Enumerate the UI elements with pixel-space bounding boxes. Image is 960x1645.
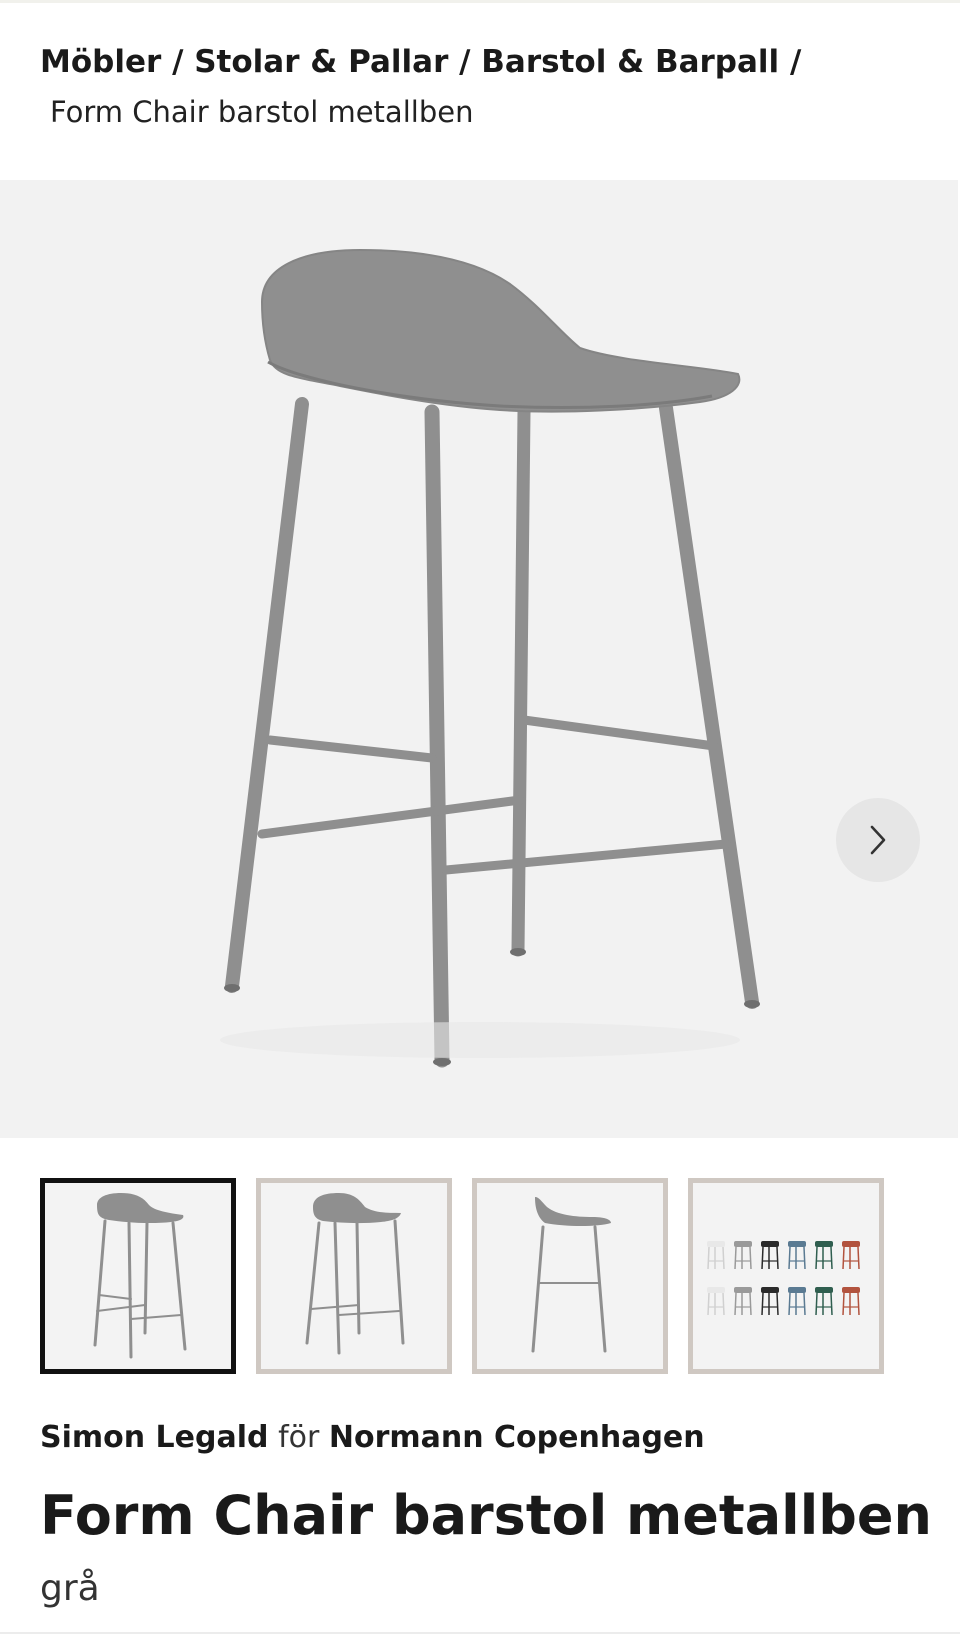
chevron-right-icon [870, 825, 886, 855]
swatch-stool [815, 1287, 833, 1316]
breadcrumb-separator: / [779, 44, 802, 80]
gallery-next-button[interactable] [836, 798, 920, 882]
breadcrumb-path: Möbler / Stolar & Pallar / Barstol & Bar… [40, 40, 920, 84]
thumbnail-image-angle [305, 1193, 405, 1355]
thumbnail-strip [40, 1178, 884, 1374]
top-divider [0, 0, 960, 3]
swatch-stool [761, 1287, 779, 1316]
breadcrumb-link-mobler[interactable]: Möbler [40, 40, 161, 84]
swatch-stool [788, 1287, 806, 1316]
section-divider [0, 1632, 960, 1634]
swatch-stool [842, 1287, 860, 1316]
swatch-stool [788, 1241, 806, 1270]
thumbnail-image-color-variants [707, 1241, 860, 1316]
breadcrumb-current: Form Chair barstol metallben [50, 95, 474, 129]
breadcrumb-separator: / [448, 44, 482, 80]
designer-for-word: för [278, 1420, 320, 1455]
swatch-stool [815, 1241, 833, 1270]
thumbnail-image-side [531, 1197, 611, 1353]
designer-name[interactable]: Simon Legald [40, 1420, 269, 1455]
thumbnail-4[interactable] [688, 1178, 884, 1374]
swatch-stool [707, 1241, 725, 1270]
thumbnail-2[interactable] [256, 1178, 452, 1374]
swatch-stool [734, 1287, 752, 1316]
breadcrumb-link-barstol-barpall[interactable]: Barstol & Barpall [481, 40, 779, 84]
product-image-gallery [0, 180, 958, 1138]
breadcrumb-link-stolar-pallar[interactable]: Stolar & Pallar [194, 40, 448, 84]
breadcrumb-separator: / [161, 44, 195, 80]
thumbnail-3[interactable] [472, 1178, 668, 1374]
brand-name[interactable]: Normann Copenhagen [329, 1420, 705, 1455]
swatch-stool [761, 1241, 779, 1270]
thumbnail-image-front [93, 1193, 187, 1359]
thumbnail-1[interactable] [40, 1178, 236, 1374]
product-title: Form Chair barstol metallben [40, 1484, 932, 1547]
designer-line: Simon Legald för Normann Copenhagen [40, 1418, 705, 1458]
swatch-stool [707, 1287, 725, 1316]
product-main-image[interactable] [0, 180, 958, 1138]
swatch-stool [842, 1241, 860, 1270]
product-color-variant: grå [40, 1568, 100, 1609]
swatch-stool [734, 1241, 752, 1270]
breadcrumb: Möbler / Stolar & Pallar / Barstol & Bar… [40, 40, 920, 134]
